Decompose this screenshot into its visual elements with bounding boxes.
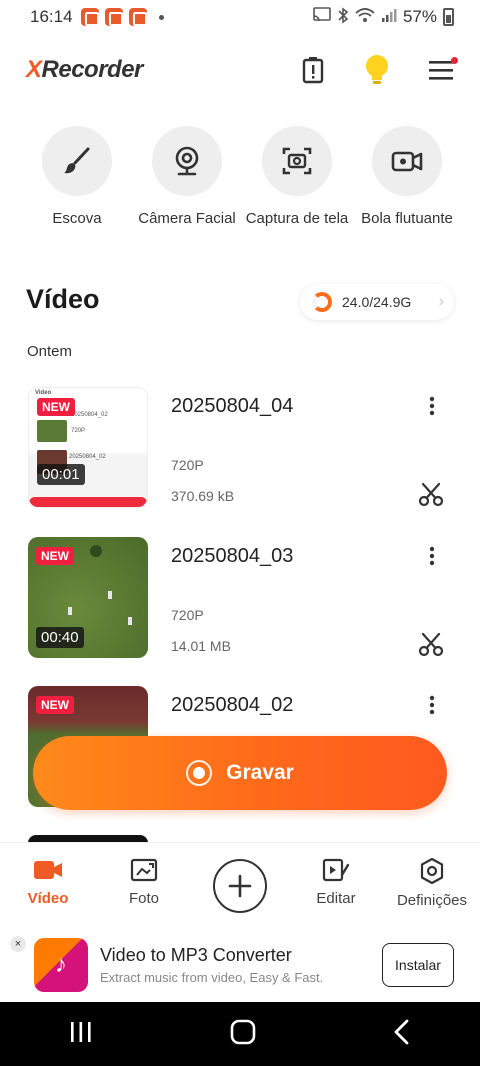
more-options-button[interactable]: [422, 545, 442, 567]
scissors-icon: [418, 482, 444, 507]
bottom-nav: Vídeo Foto Editar Definições: [0, 842, 480, 928]
ad-app-icon: ♪: [34, 938, 88, 992]
back-button[interactable]: [392, 1019, 412, 1050]
more-vertical-icon: [429, 695, 435, 715]
photo-icon: [130, 858, 158, 882]
install-button[interactable]: Instalar: [382, 943, 454, 987]
video-size: 370.69 kB: [171, 488, 235, 504]
video-item[interactable]: NEW 00:40 20250804_03 720P 14.01 MB: [28, 537, 452, 658]
more-vertical-icon: [429, 546, 435, 566]
video-thumbnail[interactable]: NEW 00:40: [28, 537, 148, 658]
video-duration: 00:01: [37, 464, 85, 485]
webcam-icon: [175, 146, 199, 176]
app-logo: XRecorder: [26, 56, 143, 83]
brush-icon: [64, 147, 90, 174]
video-resolution: 720P: [171, 457, 204, 473]
cast-icon: [313, 7, 331, 27]
wifi-icon: [355, 7, 375, 27]
floating-ball-icon: [391, 151, 423, 172]
battery-alert-icon: [302, 57, 324, 84]
home-icon: [230, 1019, 256, 1044]
trim-button[interactable]: [418, 631, 444, 657]
recent-apps-icon: [71, 1021, 91, 1042]
nav-edit[interactable]: Editar: [288, 843, 384, 907]
tool-floating-ball[interactable]: Bola flutuante: [352, 126, 462, 229]
chevron-right-icon: ›: [438, 293, 444, 310]
more-options-button[interactable]: [422, 694, 442, 716]
more-vertical-icon: [429, 396, 435, 416]
app-header: XRecorder: [0, 40, 480, 100]
video-size: 14.01 MB: [171, 638, 231, 654]
video-duration: 00:40: [36, 627, 84, 648]
storage-ring-icon: [312, 292, 332, 312]
tool-label: Câmera Facial: [138, 210, 236, 227]
notification-dot: [451, 57, 458, 64]
notification-icon: [104, 8, 123, 26]
tool-brush[interactable]: Escova: [22, 126, 132, 229]
bluetooth-icon: [337, 6, 349, 28]
add-icon: [213, 859, 267, 913]
signal-icon: [381, 7, 397, 27]
ad-banner[interactable]: × ♪ Video to MP3 Converter Extract music…: [0, 928, 480, 1002]
ad-title: Video to MP3 Converter: [100, 945, 292, 965]
tips-button[interactable]: [362, 55, 392, 85]
nav-photo[interactable]: Foto: [96, 843, 192, 907]
more-options-button[interactable]: [422, 395, 442, 417]
new-badge: NEW: [36, 547, 74, 565]
video-item[interactable]: Video 20250804_02 720P 20250804_02 NEW 0…: [28, 387, 452, 508]
nav-video[interactable]: Vídeo: [0, 843, 96, 907]
tool-label: Bola flutuante: [361, 210, 453, 227]
tool-label: Captura de tela: [245, 210, 349, 227]
date-group-label: Ontem: [27, 343, 73, 360]
battery-alert-button[interactable]: [298, 55, 328, 85]
nav-label: Foto: [128, 890, 159, 907]
new-badge: NEW: [37, 398, 75, 416]
recent-apps-button[interactable]: [68, 1021, 94, 1048]
status-time: 16:14: [30, 7, 73, 26]
ad-subtitle: Extract music from video, Easy & Fast.: [100, 970, 324, 985]
status-bar: 16:14 57%: [0, 0, 480, 34]
scissors-icon: [418, 632, 444, 657]
new-badge: NEW: [36, 696, 74, 714]
more-notifications-icon: [158, 14, 164, 20]
tool-label: Escova: [52, 210, 102, 227]
video-resolution: 720P: [171, 607, 204, 623]
video-thumbnail[interactable]: Video 20250804_02 720P 20250804_02 NEW 0…: [28, 387, 148, 508]
nav-label: Definições: [396, 892, 468, 909]
ad-close-icon[interactable]: ×: [10, 936, 26, 952]
back-icon: [394, 1019, 409, 1044]
nav-settings[interactable]: Definições: [384, 843, 480, 909]
nav-label: Vídeo: [27, 890, 69, 907]
hamburger-menu-icon: [429, 61, 453, 80]
video-name: 20250804_04: [171, 395, 294, 417]
menu-button[interactable]: [426, 55, 458, 85]
record-icon: [186, 760, 213, 786]
screenshot-icon: [282, 147, 312, 175]
trim-button[interactable]: [418, 481, 444, 507]
storage-indicator[interactable]: 24.0/24.9G ›: [300, 284, 454, 320]
system-nav-bar: [0, 1002, 480, 1066]
battery-icon: [443, 8, 454, 26]
edit-video-icon: [322, 858, 350, 882]
tool-screenshot[interactable]: Captura de tela: [242, 126, 352, 229]
nav-label: Editar: [316, 890, 356, 907]
section-title: Vídeo: [26, 284, 100, 314]
video-name: 20250804_02: [171, 694, 294, 716]
home-button[interactable]: [230, 1019, 256, 1050]
notification-icon: [128, 8, 147, 26]
lightbulb-icon: [366, 55, 388, 84]
video-name: 20250804_03: [171, 545, 294, 567]
record-label: Gravar: [226, 761, 294, 784]
notification-icon: [80, 8, 99, 26]
tool-face-camera[interactable]: Câmera Facial: [132, 126, 242, 229]
battery-percent: 57%: [402, 7, 437, 26]
storage-value: 24.0/24.9G: [342, 294, 412, 310]
settings-hexagon-icon: [420, 857, 444, 885]
nav-create[interactable]: [192, 843, 288, 913]
record-button[interactable]: Gravar: [33, 736, 447, 810]
video-camera-icon: [34, 861, 62, 879]
tools-row: Escova Câmera Facial Captura de tela Bol…: [0, 126, 480, 229]
